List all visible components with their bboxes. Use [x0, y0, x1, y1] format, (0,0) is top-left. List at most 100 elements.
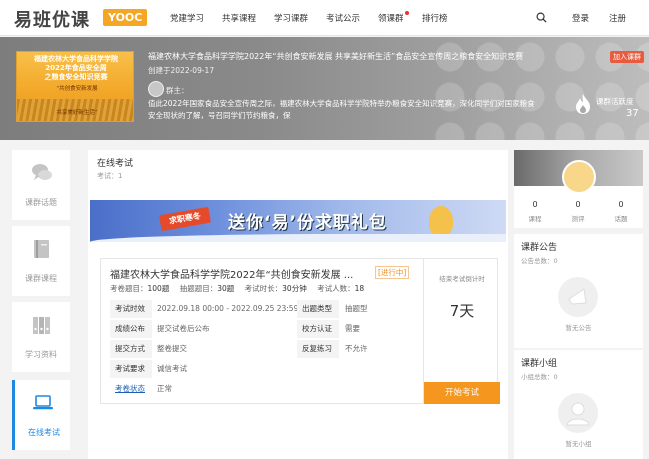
sidebar-item-label: 课群课程: [25, 274, 57, 283]
table-row: 成绩公布 提交试卷后公布 校方认证 需要: [110, 320, 413, 340]
panel-count: 小组总数：0: [521, 373, 558, 381]
sidebar-item-topics[interactable]: 课群话题: [12, 150, 70, 220]
cover-title: 福建农林大学食品科学学院 2022年食品安全周 之粮食安全知识竞赛: [34, 55, 118, 81]
top-navigation-bar: 易班优课 YOOC 党建学习 共享课程 学习课群 考试公示 领课群 排行榜 登录…: [0, 0, 649, 36]
register-link[interactable]: 注册: [609, 12, 626, 24]
nav-item-study-groups[interactable]: 学习课群: [274, 12, 308, 24]
status-badge: [进行中]: [375, 266, 410, 279]
notice-panel: 课群公告 公告总数：0 暂无公告: [514, 234, 643, 348]
table-row: 考试要求 诚信考试: [110, 360, 413, 380]
join-group-button[interactable]: 加入课群: [610, 51, 644, 63]
stat-label: 考卷题目：: [110, 284, 148, 293]
group-profile-card: 0 课程 0 测评 0 话题: [514, 150, 643, 228]
info-value: 不允许: [345, 344, 368, 353]
info-value: 诚信考试: [157, 364, 187, 373]
sidebar-item-label: 在线考试: [28, 428, 60, 437]
exam-stats: 考卷题目：100题 抽题题目：30题 考试时长：30分钟 考试人数：18: [110, 283, 364, 294]
site-logo[interactable]: 易班优课: [14, 6, 90, 32]
banner-snow: [90, 234, 506, 242]
exam-count: 考试：1: [97, 172, 123, 180]
logo-badge[interactable]: YOOC: [103, 9, 148, 26]
sidebar-item-label: 学习资料: [25, 350, 57, 359]
info-key: 考试时效: [110, 300, 152, 318]
megaphone-icon: [558, 277, 598, 317]
group-cover-image: 福建农林大学食品科学学院 2022年食品安全周 之粮食安全知识竞赛 “共创食安新…: [16, 51, 134, 122]
panel-title: 课群公告: [521, 243, 558, 253]
stat-value: 30题: [217, 284, 235, 293]
info-value: 提交试卷后公布: [157, 324, 210, 333]
group-title: 福建农林大学食品科学学院2022年“共创食安新发展 共享美好新生活”食品安全宣传…: [148, 52, 524, 61]
activity-value: 37: [626, 108, 639, 119]
nav-item-shared-courses[interactable]: 共享课程: [222, 12, 256, 24]
info-value: 正常: [157, 384, 172, 393]
avatar[interactable]: [562, 160, 596, 194]
cover-slogan-2: 共享美好新生活”: [56, 110, 98, 116]
group-hero: 福建农林大学食品科学学院 2022年食品安全周 之粮食安全知识竞赛 “共创食安新…: [0, 37, 649, 140]
search-icon[interactable]: [536, 12, 547, 23]
exam-title[interactable]: 福建农林大学食品科学学院2022年“共创食安新发展 ...: [110, 266, 353, 281]
info-value: 整卷提交: [157, 344, 187, 353]
exam-card: 福建农林大学食品科学学院2022年“共创食安新发展 ... [进行中] 考卷题目…: [100, 258, 500, 404]
countdown-box: 结束考试倒计时 7天 开始考试: [423, 259, 500, 404]
nav-item-claim-group[interactable]: 领课群: [378, 11, 408, 24]
right-column: 0 课程 0 测评 0 话题 课群公告 公告总数：0 暂无公告 课群小组 小组总数：0…: [514, 150, 643, 459]
book-icon: [34, 240, 49, 258]
stat-value: 30分钟: [282, 284, 307, 293]
group-description: 值此2022年国家食品安全宣传周之际，福建农林大学食品科学学院特举办粮食安全知识…: [148, 99, 535, 120]
users-icon: [558, 393, 598, 433]
login-link[interactable]: 登录: [572, 12, 589, 24]
table-row: 考试时效 2022.09.18 00:00 - 2022.09.25 23:59…: [110, 300, 413, 320]
exam-status-link[interactable]: 考卷状态: [110, 380, 152, 398]
start-exam-button[interactable]: 开始考试: [424, 382, 500, 404]
empty-group-text: 暂无小组: [565, 440, 592, 448]
sidebar-item-courses[interactable]: 课群课程: [12, 226, 70, 296]
laptop-icon: [33, 395, 53, 410]
stat-label: 抽题题目：: [179, 284, 218, 293]
chat-bubbles-icon: [32, 164, 52, 180]
stat-courses: 0 课程: [528, 200, 542, 223]
exam-panel: 在线考试 考试：1 求职寒冬 送你‘易’份求职礼包 福建农林大学食品科学学院20…: [88, 150, 508, 459]
stat-value: 18: [354, 284, 365, 293]
stat-label: 考试时长：: [244, 284, 283, 293]
nav-item-exam-notice[interactable]: 考试公示: [326, 12, 360, 24]
countdown-label: 结束考试倒计时: [439, 275, 485, 283]
section-title: 在线考试: [97, 159, 134, 169]
stat-value: 100题: [147, 284, 170, 293]
info-key: 出题类型: [297, 300, 339, 318]
owner-avatar[interactable]: [148, 81, 164, 97]
exam-info-table: 考试时效 2022.09.18 00:00 - 2022.09.25 23:59…: [110, 300, 413, 400]
banner-text: 送你‘易’份求职礼包: [228, 213, 387, 233]
sidebar-item-materials[interactable]: 学习资料: [12, 302, 70, 372]
group-sidebar: 课群话题 课群课程 学习资料 在线考试: [12, 150, 70, 450]
info-key: 提交方式: [110, 340, 152, 358]
group-created-date: 创建于2022-09-17: [148, 66, 215, 75]
info-value: 需要: [345, 324, 360, 333]
nav-item-rankings[interactable]: 排行榜: [422, 12, 448, 24]
cover-slogan-1: “共创食安新发展: [56, 86, 98, 92]
info-value: 抽题型: [345, 304, 368, 313]
table-row: 考卷状态 正常: [110, 380, 413, 400]
panel-title: 课群小组: [521, 359, 558, 369]
info-key: 校方认证: [297, 320, 339, 338]
table-row: 提交方式 整卷提交 反复练习 不允许: [110, 340, 413, 360]
nav-item-party-study[interactable]: 党建学习: [170, 12, 204, 24]
empty-notice-text: 暂无公告: [565, 324, 592, 332]
sidebar-item-label: 课群话题: [25, 198, 57, 207]
activity-label: 课群活跃度: [596, 97, 634, 106]
info-value: 2022.09.18 00:00 - 2022.09.25 23:59: [157, 304, 299, 313]
countdown-value: 7天: [449, 302, 475, 320]
stat-label: 考试人数：: [317, 284, 355, 293]
banner-sign: 求职寒冬: [158, 206, 212, 232]
binders-icon: [33, 317, 50, 334]
stat-topics: 0 话题: [614, 200, 628, 223]
sidebar-item-online-exam[interactable]: 在线考试: [12, 380, 70, 450]
banner-mascot-image: [429, 206, 453, 236]
fire-icon: [576, 94, 590, 114]
info-key: 考试要求: [110, 360, 152, 378]
promo-banner[interactable]: 求职寒冬 送你‘易’份求职礼包: [90, 200, 506, 242]
panel-count: 公告总数：0: [521, 257, 558, 265]
info-key: 反复练习: [297, 340, 339, 358]
stat-assessments: 0 测评: [571, 200, 585, 223]
group-panel: 课群小组 小组总数：0 暂无小组: [514, 350, 643, 459]
owner-label: 群主：: [166, 86, 189, 95]
